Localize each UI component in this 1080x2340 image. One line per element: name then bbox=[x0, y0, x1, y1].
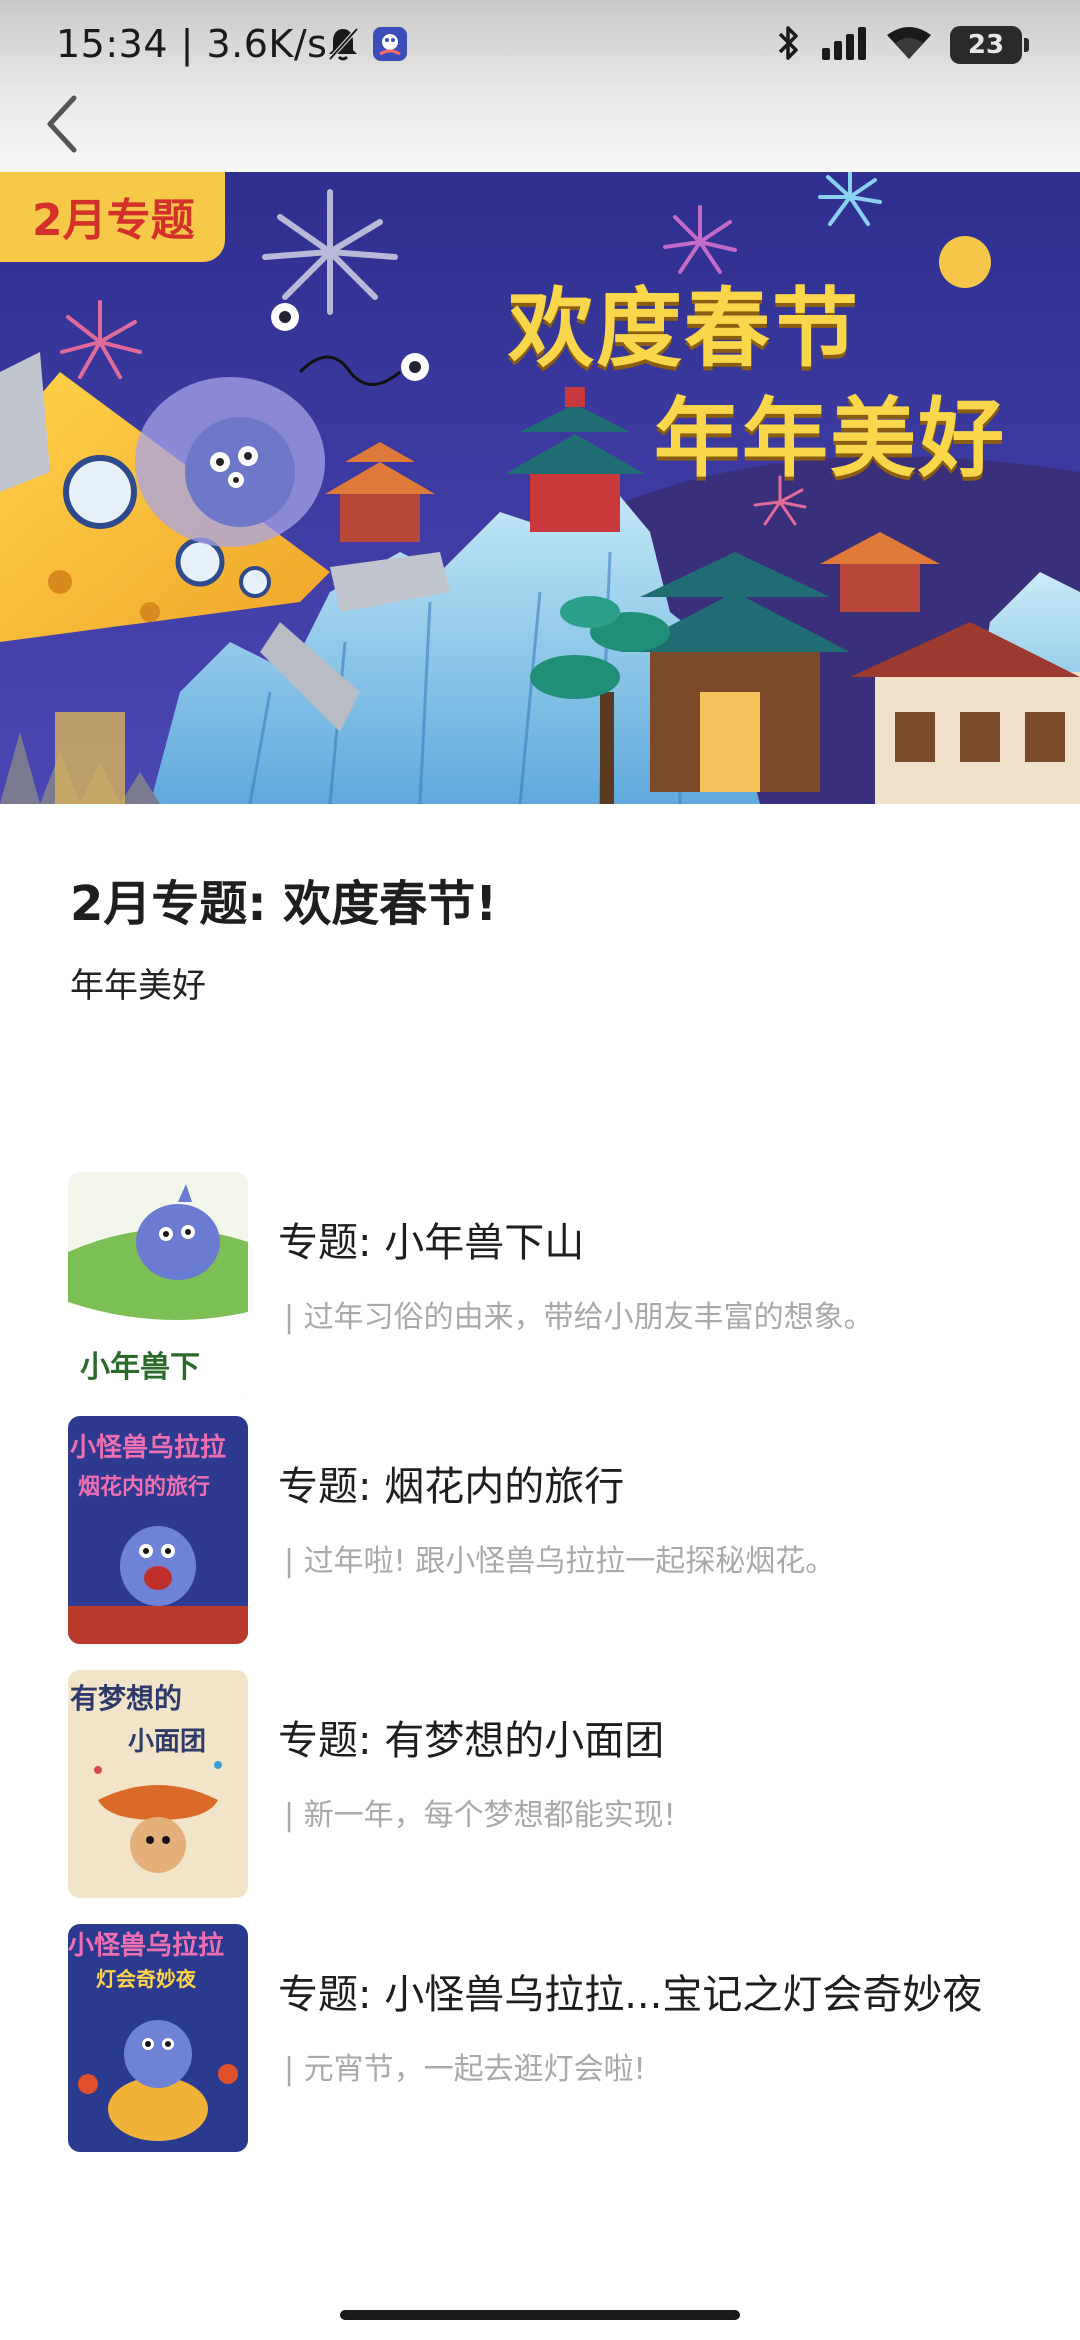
battery-icon: 23 bbox=[950, 26, 1029, 64]
bluetooth-icon bbox=[776, 24, 802, 66]
thumbnail-text-2: 灯会奇妙夜 bbox=[96, 1967, 197, 1991]
topic-item[interactable]: 小怪兽乌拉拉 灯会奇妙夜 专题: 小怪兽乌拉拉...宝记之灯会奇妙夜 | 元宵节… bbox=[0, 1924, 1080, 2152]
app-notification-icon bbox=[372, 26, 408, 66]
topic-item[interactable]: 有梦想的 小面团 专题: 有梦想的小面团 | 新一年，每个梦想都能实现! bbox=[0, 1670, 1080, 1898]
topic-thumbnail: 小年兽下 bbox=[68, 1172, 248, 1400]
thumbnail-text: 小怪兽乌拉拉 bbox=[68, 1930, 224, 1961]
battery-level: 23 bbox=[967, 30, 1005, 60]
thumbnail-text: 有梦想的 bbox=[70, 1682, 182, 1715]
thumbnail-text: 小怪兽乌拉拉 bbox=[70, 1432, 226, 1463]
topic-thumbnail: 小怪兽乌拉拉 烟花内的旅行 bbox=[68, 1416, 248, 1644]
banner-subtitle: 年年美好 bbox=[654, 389, 1006, 489]
topic-item[interactable]: 小怪兽乌拉拉 烟花内的旅行 专题: 烟花内的旅行 | 过年啦! 跟小怪兽乌拉拉一… bbox=[0, 1416, 1080, 1644]
page-title: 2月专题: 欢度春节! bbox=[70, 876, 498, 932]
banner-tag: 2月专题 bbox=[0, 172, 225, 262]
status-right-icons: 23 bbox=[776, 24, 1029, 66]
topic-banner[interactable]: 2月专题 欢度春节 年年美好 bbox=[0, 172, 1080, 804]
wifi-icon bbox=[886, 25, 932, 65]
chevron-left-icon bbox=[47, 95, 77, 153]
topic-item[interactable]: 小年兽下 专题: 小年兽下山 | 过年习俗的由来，带给小朋友丰富的想象。 bbox=[0, 1172, 1080, 1400]
topic-title: 专题: 小怪兽乌拉拉...宝记之灯会奇妙夜 bbox=[278, 1972, 983, 2018]
topic-description: | 新一年，每个梦想都能实现! bbox=[284, 1798, 676, 1833]
topic-thumbnail: 小怪兽乌拉拉 灯会奇妙夜 bbox=[68, 1924, 248, 2152]
status-left-icons bbox=[326, 26, 408, 66]
home-indicator[interactable] bbox=[340, 2310, 740, 2320]
top-bar: 15:34 | 3.6K/s 23 bbox=[0, 0, 1080, 172]
thumbnail-text: 小年兽下 bbox=[80, 1350, 200, 1385]
topic-description: | 过年啦! 跟小怪兽乌拉拉一起探秘烟花。 bbox=[284, 1544, 836, 1579]
thumbnail-text-2: 小面团 bbox=[128, 1727, 206, 1757]
mute-bell-icon bbox=[326, 26, 360, 66]
back-button[interactable] bbox=[30, 88, 94, 160]
status-time: 15:34 | 3.6K/s bbox=[56, 22, 328, 66]
topic-title: 专题: 小年兽下山 bbox=[278, 1220, 585, 1266]
topic-description: | 元宵节，一起去逛灯会啦! bbox=[284, 2052, 646, 2087]
thumbnail-text-2: 烟花内的旅行 bbox=[78, 1474, 210, 1500]
page-subtitle: 年年美好 bbox=[70, 966, 206, 1006]
topic-thumbnail: 有梦想的 小面团 bbox=[68, 1670, 248, 1898]
topic-title: 专题: 烟花内的旅行 bbox=[278, 1464, 625, 1510]
banner-title: 欢度春节 bbox=[508, 279, 860, 379]
signal-icon bbox=[820, 26, 868, 64]
topic-title: 专题: 有梦想的小面团 bbox=[278, 1718, 665, 1764]
topic-description: | 过年习俗的由来，带给小朋友丰富的想象。 bbox=[284, 1300, 874, 1335]
